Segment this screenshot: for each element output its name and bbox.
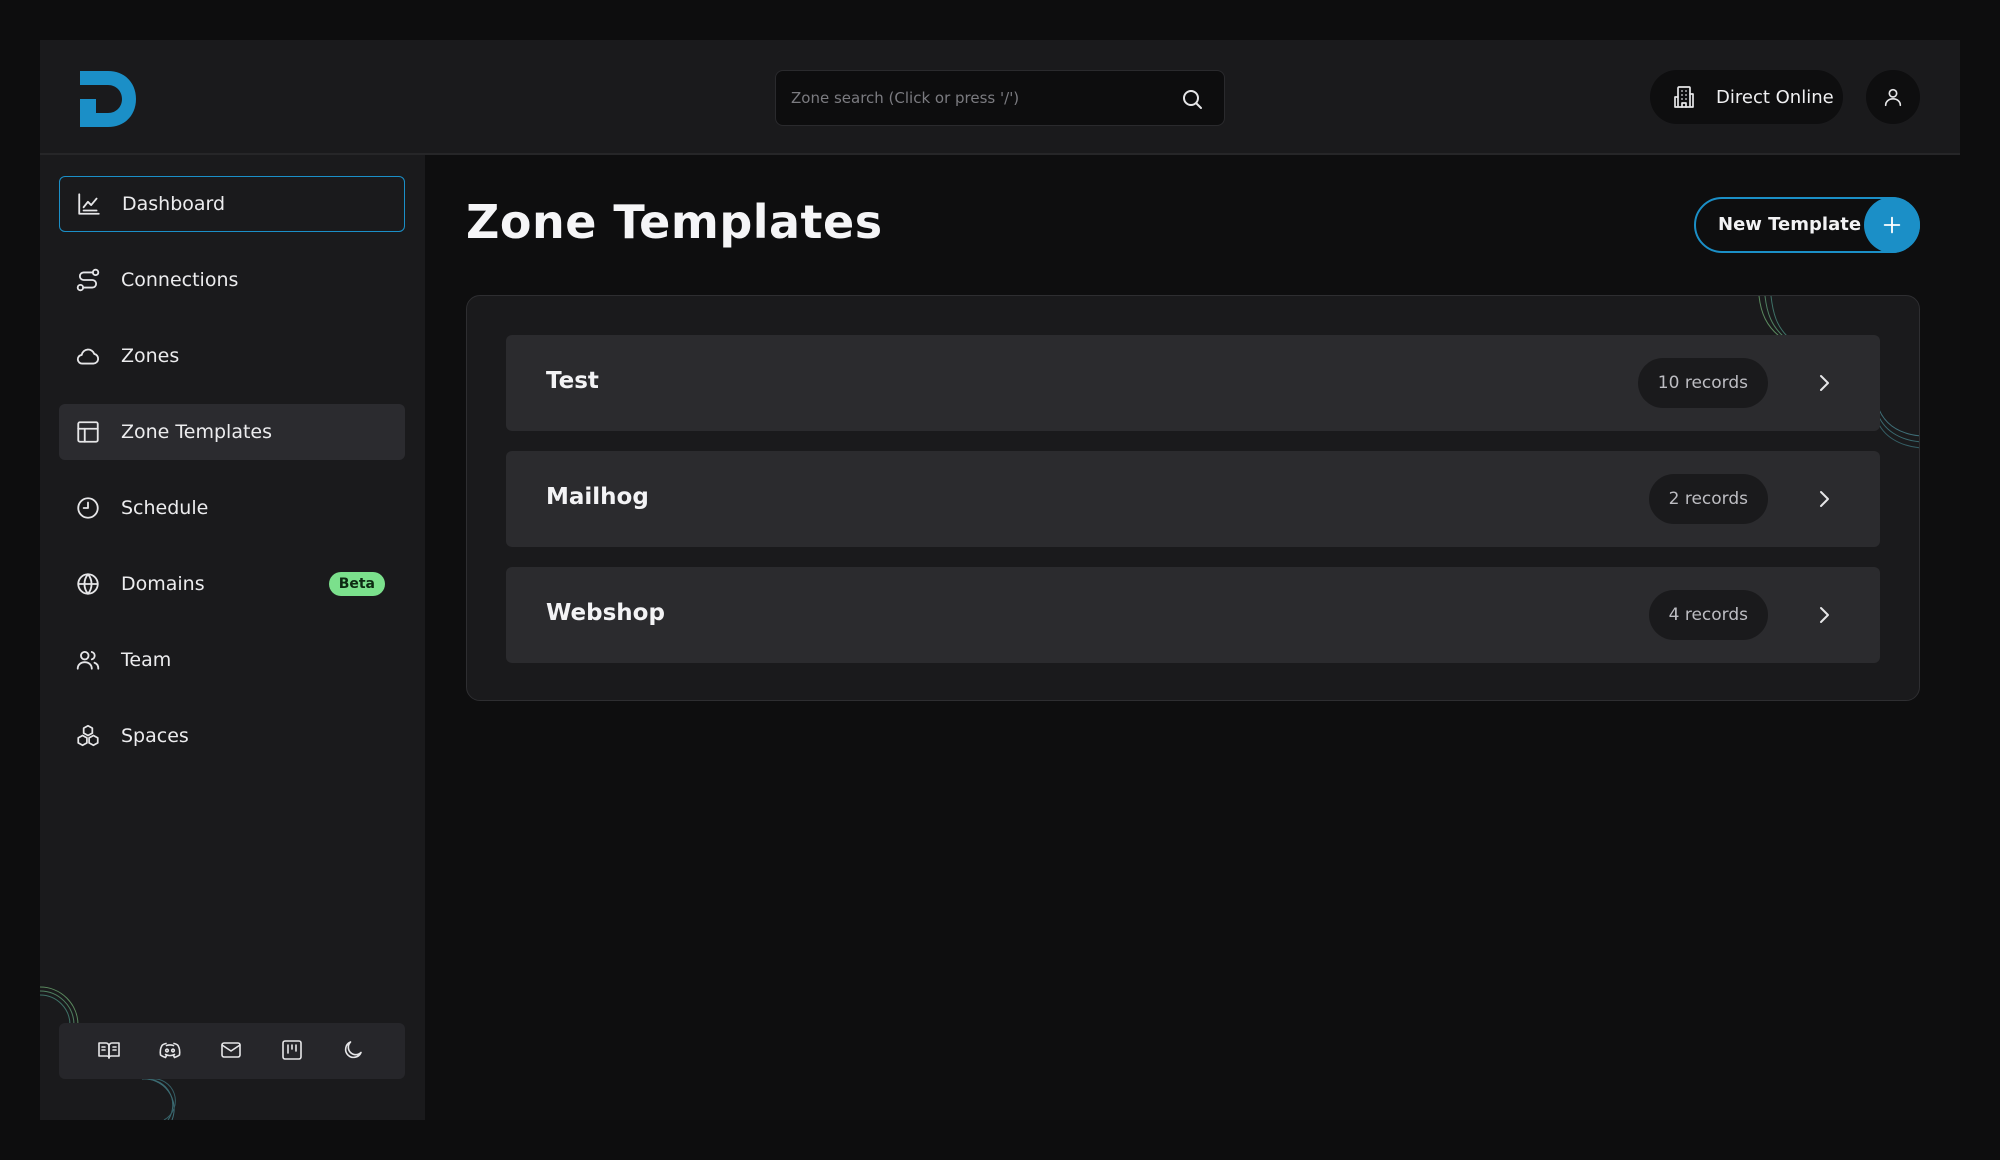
decorative-arcs <box>1877 404 1919 449</box>
book-icon <box>97 1042 120 1059</box>
template-name: Test <box>546 368 599 394</box>
search-input[interactable] <box>776 71 1224 125</box>
new-template-button[interactable]: New Template <box>1694 197 1920 253</box>
decorative-arcs <box>40 986 79 1025</box>
page-title: Zone Templates <box>466 195 883 249</box>
sidebar: Dashboard Connections Zones Zone Templat… <box>40 155 425 1120</box>
organization-label: Direct Online <box>1716 86 1834 108</box>
sidebar-item-label: Spaces <box>121 725 189 747</box>
record-count-badge: 4 records <box>1648 590 1768 640</box>
boxes-icon <box>77 724 99 747</box>
template-row-mailhog[interactable]: Mailhog 2 records <box>506 451 1880 547</box>
users-icon <box>76 650 100 670</box>
decorative-arcs <box>142 1079 176 1120</box>
sidebar-item-zone-templates[interactable]: Zone Templates <box>59 404 405 460</box>
sidebar-footer <box>59 1023 405 1079</box>
template-row-webshop[interactable]: Webshop 4 records <box>506 567 1880 663</box>
sidebar-item-dashboard[interactable]: Dashboard <box>59 176 405 232</box>
template-row-test[interactable]: Test 10 records <box>506 335 1880 431</box>
theme-toggle-button[interactable] <box>341 1038 367 1064</box>
organization-button[interactable]: Direct Online <box>1650 70 1843 124</box>
sidebar-item-zones[interactable]: Zones <box>59 328 405 384</box>
layout-icon <box>77 421 99 443</box>
sidebar-item-spaces[interactable]: Spaces <box>59 708 405 764</box>
chevron-right-icon <box>1820 607 1829 623</box>
docs-button[interactable] <box>97 1038 123 1064</box>
sidebar-item-domains[interactable]: Domains Beta <box>59 556 405 612</box>
globe-icon <box>77 573 99 595</box>
chart-icon <box>78 193 100 215</box>
user-icon <box>1884 88 1902 107</box>
record-count-badge: 2 records <box>1648 474 1768 524</box>
sidebar-item-schedule[interactable]: Schedule <box>59 480 405 536</box>
templates-panel: Test 10 records Mailhog 2 records Websho… <box>466 295 1920 701</box>
sidebar-item-label: Zone Templates <box>121 421 273 443</box>
search-icon[interactable] <box>1180 87 1204 111</box>
record-count-badge: 10 records <box>1637 358 1768 408</box>
kanban-button[interactable] <box>280 1038 306 1064</box>
sidebar-item-connections[interactable]: Connections <box>59 252 405 308</box>
sidebar-item-label: Schedule <box>121 497 209 519</box>
mail-icon <box>221 1042 241 1058</box>
sidebar-item-team[interactable]: Team <box>59 632 405 688</box>
cloud-icon <box>76 348 100 365</box>
mail-button[interactable] <box>219 1038 245 1064</box>
beta-badge: Beta <box>328 572 385 596</box>
clock-icon <box>77 497 99 519</box>
route-icon <box>76 268 100 292</box>
chevron-right-icon <box>1820 375 1829 391</box>
template-name: Webshop <box>546 600 665 626</box>
sidebar-item-label: Team <box>121 649 172 671</box>
chevron-right-icon <box>1820 491 1829 507</box>
kanban-icon <box>282 1040 302 1060</box>
sidebar-item-label: Domains <box>121 573 205 595</box>
user-menu-button[interactable] <box>1866 70 1920 124</box>
app-window: Direct Online Dashboard Connections <box>40 40 1960 1120</box>
discord-button[interactable] <box>158 1038 184 1064</box>
building-icon <box>1674 86 1694 108</box>
template-name: Mailhog <box>546 484 649 510</box>
moon-icon <box>345 1041 363 1059</box>
discord-icon <box>159 1042 181 1059</box>
logo[interactable] <box>78 69 138 129</box>
decorative-arcs <box>1758 296 1788 336</box>
plus-icon <box>1864 197 1920 253</box>
sidebar-item-label: Zones <box>121 345 180 367</box>
sidebar-item-label: Dashboard <box>122 193 226 215</box>
sidebar-item-label: Connections <box>121 269 239 291</box>
new-template-label: New Template <box>1718 214 1862 235</box>
zone-search <box>775 70 1225 126</box>
top-bar: Direct Online <box>40 40 1960 155</box>
